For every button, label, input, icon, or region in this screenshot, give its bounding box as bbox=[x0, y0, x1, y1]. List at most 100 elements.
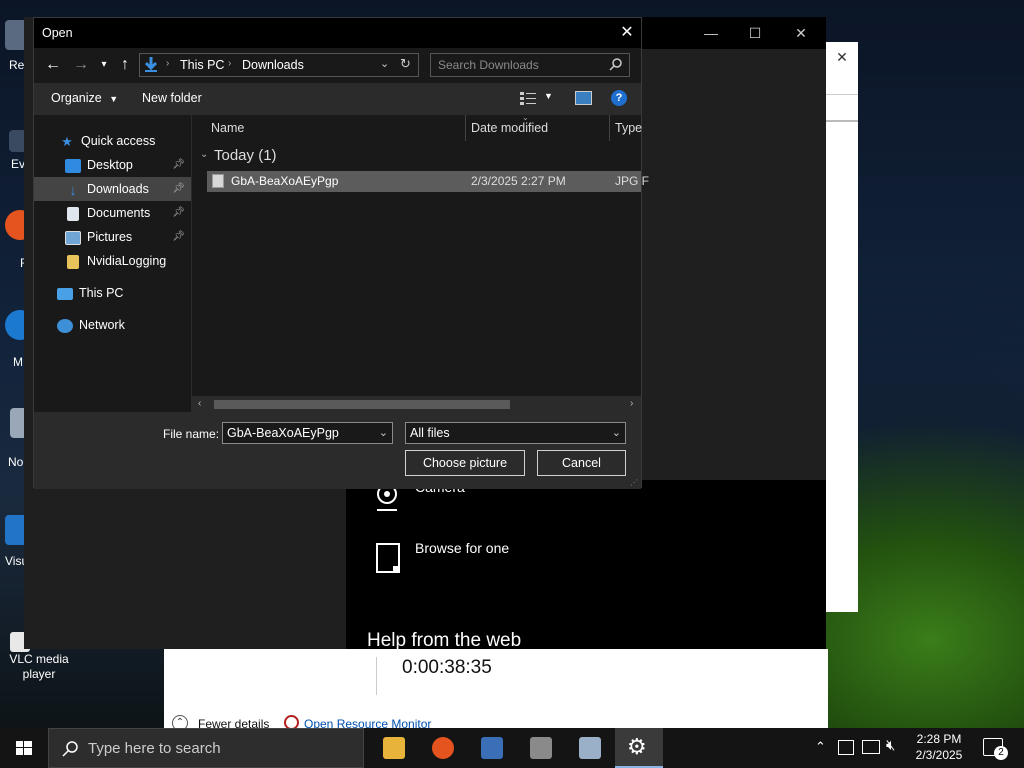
show-hidden-icons-chevron-icon[interactable]: ⌃ bbox=[815, 739, 826, 755]
refresh-icon[interactable]: ↻ bbox=[400, 56, 411, 72]
nav-nvidialogging[interactable]: NvidiaLogging bbox=[65, 249, 166, 273]
cancel-button[interactable]: Cancel bbox=[537, 450, 626, 476]
taskbar-app-1[interactable] bbox=[468, 728, 516, 768]
task-manager-close-button[interactable]: ✕ bbox=[826, 42, 858, 72]
breadcrumb-downloads[interactable]: Downloads bbox=[242, 58, 304, 72]
taskbar-search-box[interactable]: Type here to search bbox=[48, 728, 364, 768]
notification-center-icon[interactable]: 2 bbox=[983, 738, 1008, 760]
nav-documents[interactable]: Documents 📌︎ bbox=[65, 201, 189, 225]
scroll-right-arrow-icon[interactable]: › bbox=[630, 398, 633, 409]
pin-icon[interactable]: 📌︎ bbox=[172, 201, 185, 225]
forward-arrow-icon[interactable]: → bbox=[72, 56, 90, 74]
group-header-today[interactable]: Today (1) bbox=[214, 147, 277, 164]
nav-pictures[interactable]: Pictures 📌︎ bbox=[65, 225, 189, 249]
desktop-icon-label: No bbox=[8, 455, 24, 469]
taskbar-settings[interactable]: ⚙ bbox=[615, 728, 663, 768]
file-name-input-value: GbA-BeaXoAEyPgp bbox=[227, 426, 339, 440]
preview-pane-icon[interactable] bbox=[575, 91, 592, 105]
sort-indicator-icon: ⌄ bbox=[522, 113, 529, 122]
pin-icon[interactable]: 📌︎ bbox=[172, 153, 185, 177]
nav-label: Downloads bbox=[87, 182, 149, 196]
nav-downloads[interactable]: ↓ Downloads 📌︎ bbox=[65, 177, 189, 201]
taskbar-app-2[interactable] bbox=[517, 728, 565, 768]
nav-network[interactable]: Network bbox=[57, 313, 125, 337]
network-icon[interactable] bbox=[862, 740, 880, 754]
file-type-filter-value: All files bbox=[410, 426, 450, 440]
task-manager-window: ✕ bbox=[826, 42, 858, 612]
choose-picture-button[interactable]: Choose picture bbox=[405, 450, 525, 476]
uptime-value: 0:00:38:35 bbox=[402, 657, 492, 678]
nav-quick-access[interactable]: ★ Quick access bbox=[59, 129, 155, 153]
file-name-input[interactable]: GbA-BeaXoAEyPgp ⌄ bbox=[222, 422, 393, 444]
image-file-icon bbox=[212, 174, 224, 188]
address-row: ← → ▾ ↑ › This PC › Downloads ⌄ ↻ Search… bbox=[34, 48, 641, 83]
taskbar-firefox[interactable] bbox=[419, 728, 467, 768]
scrollbar-thumb[interactable] bbox=[214, 400, 510, 409]
view-dropdown-chevron-icon[interactable]: ▼ bbox=[544, 91, 553, 101]
file-list-pane: Name Date modified ⌄ Type ⌄ Today (1) Gb… bbox=[192, 113, 649, 412]
settings-content: Camera Browse for one Help from the web bbox=[346, 480, 826, 651]
breadcrumb-this-pc[interactable]: This PC bbox=[180, 58, 224, 72]
file-type-cell: JPG F bbox=[615, 174, 650, 188]
browse-file-icon bbox=[375, 542, 401, 574]
organize-button[interactable]: Organize ▼ bbox=[51, 91, 118, 105]
nav-this-pc[interactable]: This PC bbox=[57, 281, 123, 305]
address-dropdown-chevron-icon[interactable]: ⌄ bbox=[380, 57, 389, 70]
column-header-type[interactable]: Type bbox=[615, 121, 642, 135]
horizontal-scrollbar[interactable]: ‹ › bbox=[192, 396, 641, 412]
dialog-toolbar: Organize ▼ New folder ▼ ? bbox=[34, 83, 641, 115]
recent-locations-chevron-icon[interactable]: ▾ bbox=[98, 56, 110, 74]
clock[interactable]: 2:28 PM 2/3/2025 bbox=[911, 731, 967, 763]
close-button[interactable]: ✕ bbox=[778, 17, 824, 49]
pin-icon[interactable]: 📌︎ bbox=[172, 177, 185, 201]
folder-icon bbox=[67, 254, 79, 269]
dialog-titlebar: Open ✕ bbox=[34, 18, 641, 48]
nav-desktop[interactable]: Desktop 📌︎ bbox=[65, 153, 189, 177]
volume-muted-icon[interactable]: 🔇︎ bbox=[886, 737, 895, 754]
file-type-filter-select[interactable]: All files ⌄ bbox=[405, 422, 626, 444]
help-from-web-heading: Help from the web bbox=[367, 630, 522, 651]
dialog-close-button[interactable]: ✕ bbox=[612, 18, 642, 48]
file-date-cell: 2/3/2025 2:27 PM bbox=[471, 174, 566, 188]
column-header-date[interactable]: Date modified bbox=[471, 121, 548, 135]
search-icon[interactable] bbox=[609, 57, 623, 71]
taskbar-file-explorer[interactable] bbox=[370, 728, 418, 768]
column-divider[interactable] bbox=[465, 115, 466, 141]
pictures-icon bbox=[65, 230, 81, 245]
address-bar[interactable]: › This PC › Downloads ⌄ ↻ bbox=[139, 53, 419, 77]
back-arrow-icon[interactable]: ← bbox=[44, 56, 62, 74]
help-icon[interactable]: ? bbox=[611, 90, 627, 106]
nav-label: Quick access bbox=[81, 134, 156, 148]
app-icon bbox=[579, 737, 601, 759]
chevron-down-icon[interactable]: ⌄ bbox=[612, 423, 621, 443]
nav-label: Documents bbox=[87, 206, 151, 220]
column-header-name[interactable]: Name bbox=[211, 121, 244, 135]
breadcrumb-separator-icon: › bbox=[166, 58, 170, 69]
browse-for-one-option[interactable]: Browse for one bbox=[415, 540, 509, 556]
view-options-icon[interactable] bbox=[520, 91, 536, 105]
minimize-button[interactable]: — bbox=[688, 17, 734, 49]
pin-icon[interactable]: 📌︎ bbox=[172, 225, 185, 249]
chevron-down-icon[interactable]: ⌄ bbox=[379, 423, 388, 443]
start-button[interactable] bbox=[0, 728, 48, 768]
security-icon[interactable] bbox=[838, 740, 854, 755]
search-icon bbox=[61, 740, 79, 758]
downloads-icon: ↓ bbox=[69, 181, 77, 198]
maximize-button[interactable]: ☐ bbox=[732, 17, 778, 49]
computer-icon bbox=[57, 287, 73, 300]
column-divider[interactable] bbox=[609, 115, 610, 141]
taskbar-app-3[interactable] bbox=[566, 728, 614, 768]
up-arrow-icon[interactable]: ↑ bbox=[116, 55, 134, 75]
gear-icon: ⚙ bbox=[627, 734, 647, 759]
file-row[interactable]: GbA-BeaXoAEyPgp 2/3/2025 2:27 PM JPG F bbox=[207, 171, 649, 192]
nav-label: Pictures bbox=[87, 230, 133, 244]
nav-label: NvidiaLogging bbox=[87, 254, 167, 268]
resize-grip-icon[interactable]: ⋰ bbox=[630, 478, 638, 487]
nav-label: Network bbox=[79, 318, 125, 332]
new-folder-button[interactable]: New folder bbox=[142, 91, 202, 105]
search-box[interactable]: Search Downloads bbox=[430, 53, 630, 77]
desktop-icon-label: M bbox=[13, 355, 23, 369]
scroll-left-arrow-icon[interactable]: ‹ bbox=[198, 398, 201, 409]
group-collapse-chevron-icon[interactable]: ⌄ bbox=[200, 149, 208, 160]
divider bbox=[826, 120, 858, 122]
